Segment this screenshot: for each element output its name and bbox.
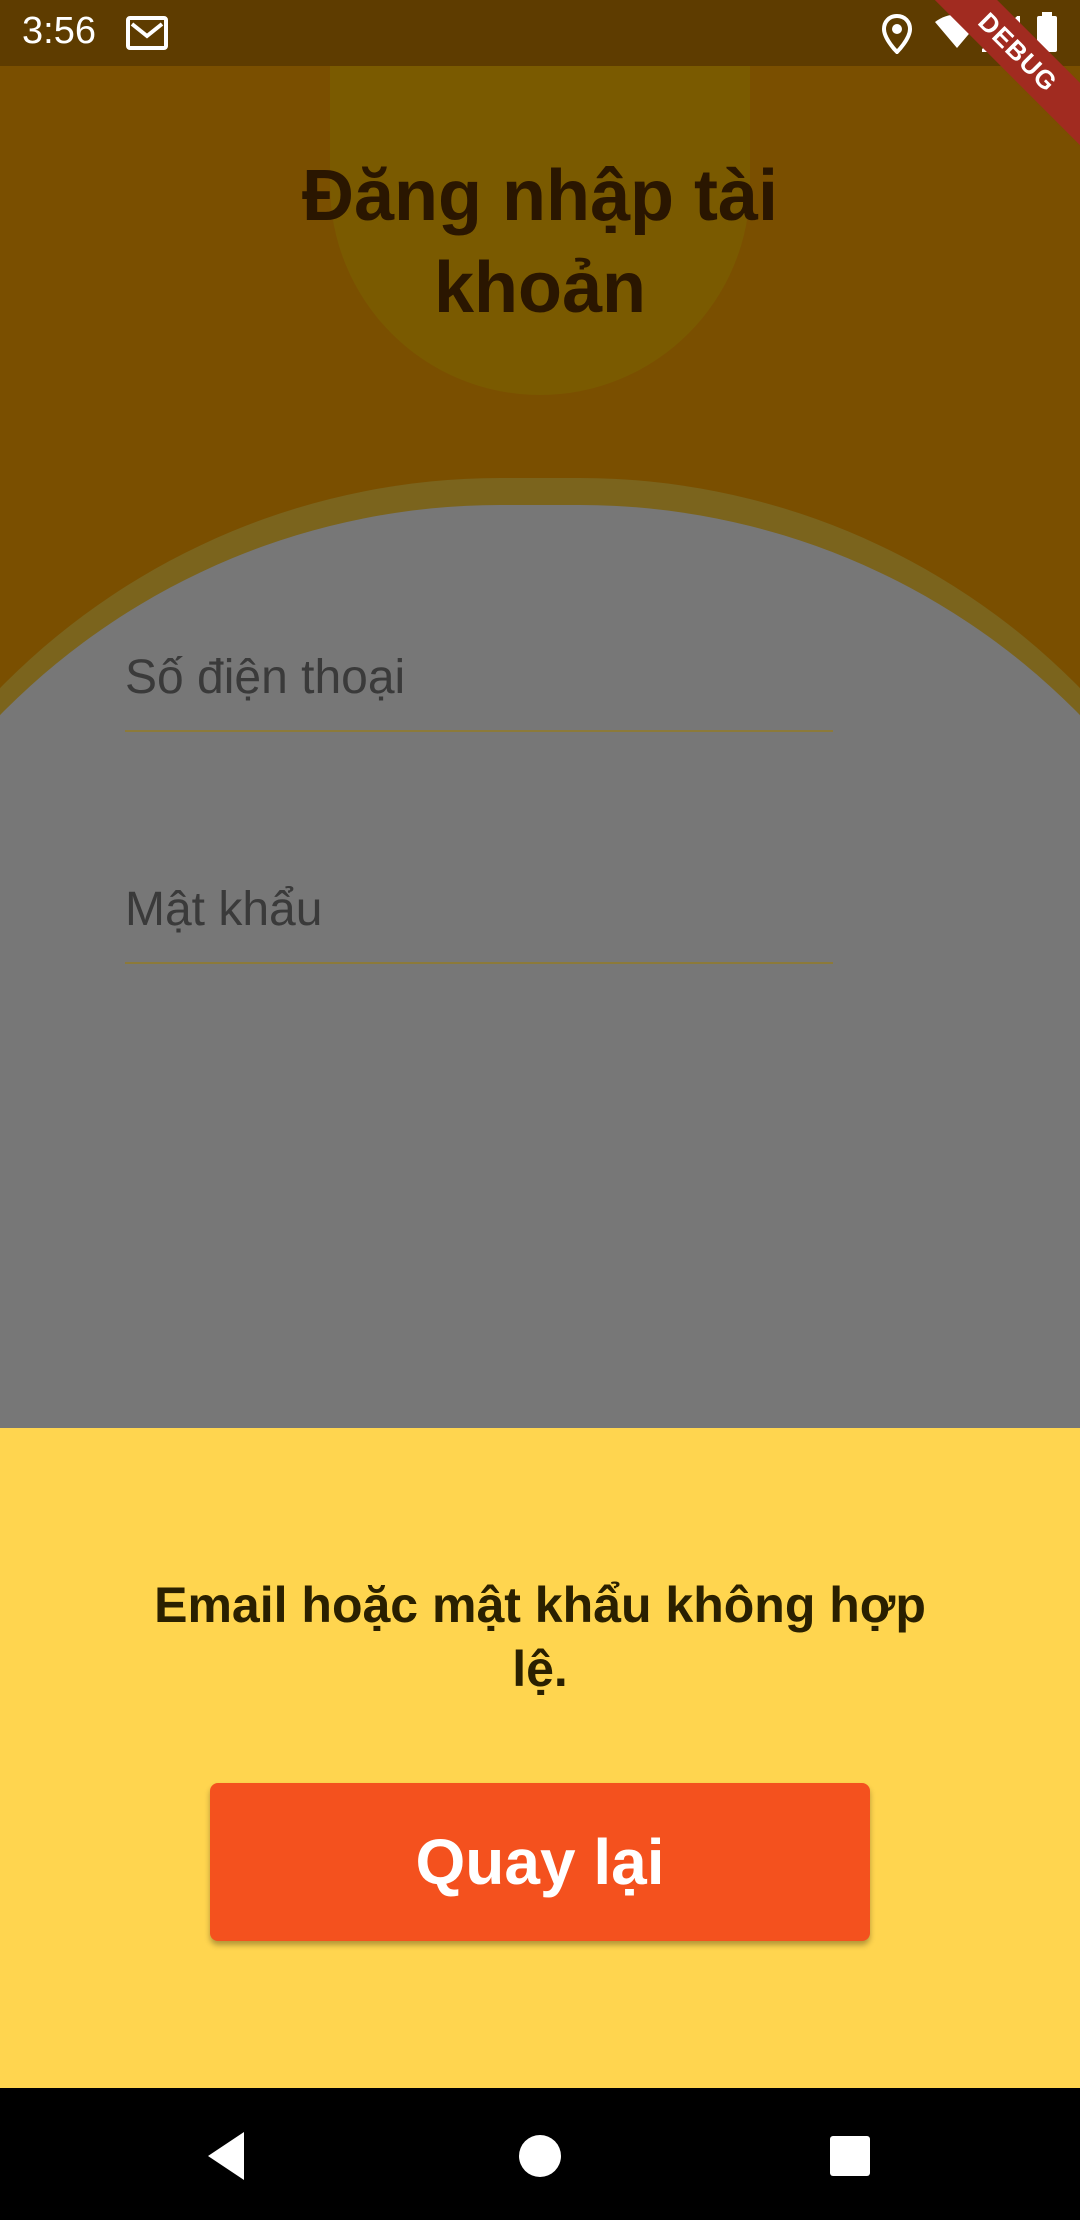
gmail-icon bbox=[126, 16, 168, 55]
back-icon[interactable] bbox=[200, 2126, 260, 2186]
password-field-label: Mật khẩu bbox=[125, 883, 323, 936]
recents-icon[interactable] bbox=[820, 2126, 880, 2186]
page-title: Đăng nhập tài khoản bbox=[301, 156, 778, 328]
phone-field[interactable]: Số điện thoại bbox=[125, 620, 833, 732]
phone-field-label: Số điện thoại bbox=[125, 651, 406, 704]
error-bottom-sheet: Email hoặc mật khẩu không hợp lệ. Quay l… bbox=[0, 1428, 1080, 2088]
error-message: Email hoặc mật khẩu không hợp lệ. bbox=[154, 1577, 926, 1697]
home-icon[interactable] bbox=[510, 2126, 570, 2186]
password-field[interactable]: Mật khẩu bbox=[125, 852, 833, 964]
status-time: 3:56 bbox=[22, 10, 96, 52]
login-screen: Đăng nhập tài khoản Số điện thoại Mật kh… bbox=[0, 0, 1080, 2220]
location-icon bbox=[881, 13, 913, 59]
status-bar: 3:56 bbox=[0, 0, 1080, 66]
back-button[interactable]: Quay lại bbox=[210, 1783, 870, 1941]
navigation-bar bbox=[0, 2088, 1080, 2220]
